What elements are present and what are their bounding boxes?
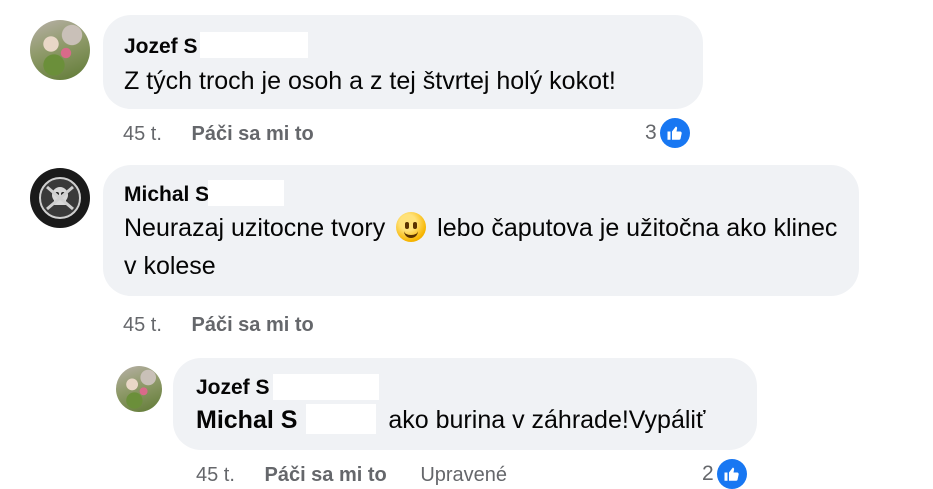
comment-text-part: Neurazaj uzitocne tvory <box>124 214 386 242</box>
comment-text: Michal S ako burina v záhrade!Vypáliť <box>196 401 705 439</box>
timestamp[interactable]: 45 t. <box>123 314 162 336</box>
like-button[interactable]: Páči sa mi to <box>264 464 386 486</box>
reaction-count: 2 <box>702 462 714 485</box>
author-name[interactable]: Jozef S <box>124 35 198 59</box>
like-button[interactable]: Páči sa mi to <box>191 123 313 145</box>
smiling-face-icon <box>396 212 427 242</box>
redaction <box>200 32 308 58</box>
avatar[interactable] <box>30 168 90 228</box>
timestamp[interactable]: 45 t. <box>123 123 162 145</box>
comment-text: Z tých troch je osoh a z tej štvrtej hol… <box>124 67 616 95</box>
mention-link[interactable]: Michal S <box>196 406 297 434</box>
avatar[interactable] <box>116 366 162 412</box>
edited-label[interactable]: Upravené <box>420 464 507 486</box>
avatar[interactable] <box>30 20 90 80</box>
comment-meta: 45 t. Páči sa mi to Upravené <box>196 463 507 487</box>
reaction-summary[interactable]: 2 <box>702 459 747 489</box>
reaction-count: 3 <box>645 121 657 144</box>
comment-meta: 45 t. Páči sa mi to <box>123 122 314 146</box>
comment-meta: 45 t. Páči sa mi to <box>123 313 314 337</box>
timestamp[interactable]: 45 t. <box>196 464 235 486</box>
author-name[interactable]: Jozef S <box>196 376 270 400</box>
redaction <box>273 374 379 400</box>
comment-text: Neurazaj uzitocne tvory lebo čaputova je… <box>124 209 844 285</box>
comment-text-part: ako burina v záhrade!Vypáliť <box>388 406 706 434</box>
thumbs-up-icon <box>716 459 747 489</box>
like-button[interactable]: Páči sa mi to <box>191 314 313 336</box>
skull-emblem-icon <box>39 177 81 219</box>
redaction <box>306 404 376 434</box>
redaction <box>208 180 284 206</box>
reaction-summary[interactable]: 3 <box>645 118 690 148</box>
author-name[interactable]: Michal S <box>124 183 209 207</box>
thumbs-up-icon <box>659 118 690 148</box>
